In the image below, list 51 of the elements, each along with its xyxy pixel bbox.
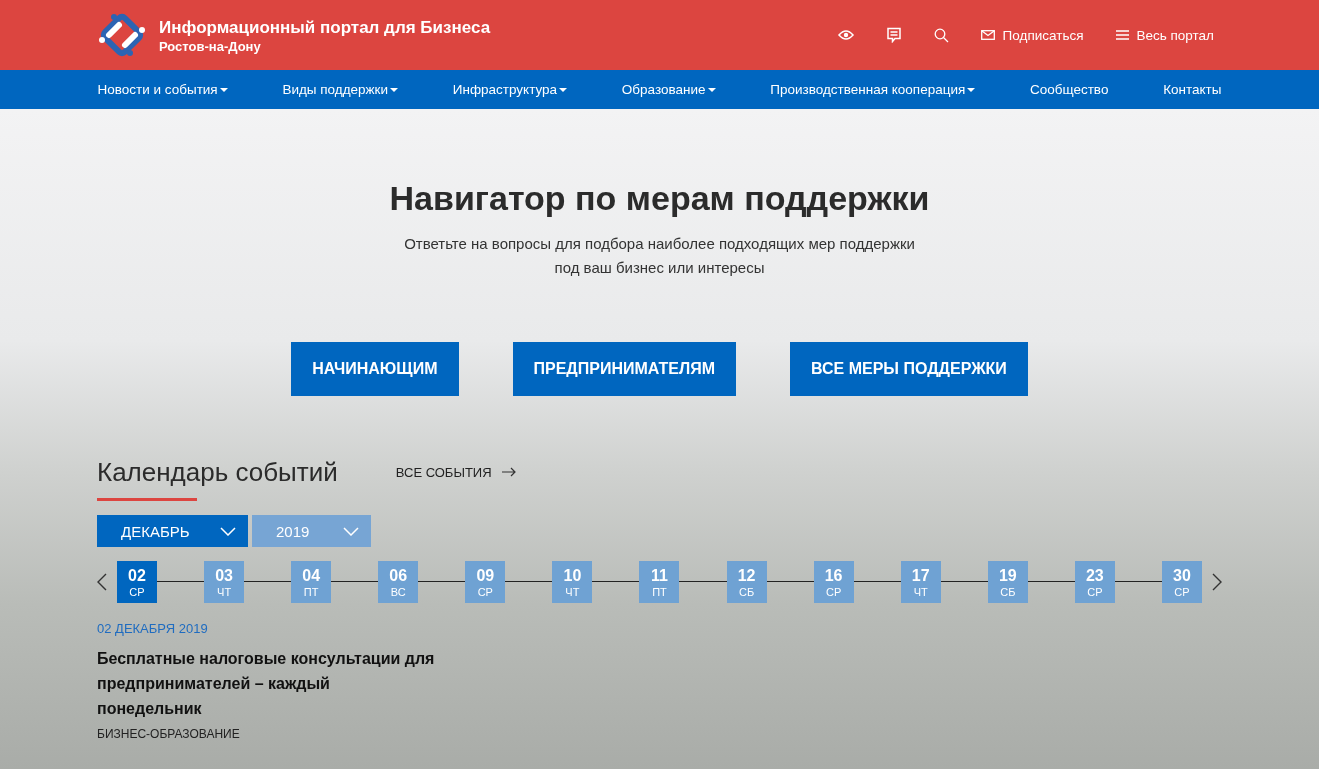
site-title[interactable]: Информационный портал для Бизнеса bbox=[159, 16, 491, 39]
date-tab[interactable]: 03 ЧТ bbox=[204, 561, 245, 603]
month-dropdown[interactable]: ДЕКАБРЬ bbox=[97, 515, 248, 547]
event-category: БИЗНЕС-ОБРАЗОВАНИЕ bbox=[97, 727, 241, 741]
date-tab[interactable]: 10 ЧТ bbox=[552, 561, 593, 603]
caret-icon bbox=[559, 87, 568, 92]
date-tab[interactable]: 30 СР bbox=[1161, 561, 1202, 603]
date-tab[interactable]: 09 СР bbox=[465, 561, 506, 603]
arrow-right-icon bbox=[501, 467, 516, 477]
eye-icon[interactable] bbox=[837, 30, 854, 40]
hero-subtitle: Ответьте на вопросы для подбора наиболее подходящих мер поддержки под ваш бизнес или интересы bbox=[403, 234, 916, 278]
support-button[interactable]: ВСЕ МЕРЫ ПОДДЕРЖКИ bbox=[790, 342, 1028, 396]
subscribe-link[interactable]: Подписаться bbox=[980, 27, 1084, 43]
mail-icon bbox=[980, 30, 995, 40]
date-tab[interactable]: 19 СБ bbox=[987, 561, 1028, 603]
nav-link[interactable]: Контакты bbox=[1155, 82, 1230, 97]
caret-icon bbox=[390, 87, 399, 92]
nav-link[interactable]: Инфраструктура bbox=[444, 82, 576, 97]
nav-link[interactable]: Производственная кооперация bbox=[762, 82, 984, 97]
chevron-left-icon[interactable] bbox=[97, 573, 107, 591]
caret-icon bbox=[967, 87, 976, 92]
nav-link[interactable]: Новости и события bbox=[89, 82, 236, 97]
caret-icon bbox=[219, 87, 228, 92]
event-date: 02 ДЕКАБРЯ 2019 bbox=[97, 621, 209, 636]
date-tab[interactable]: 12 СБ bbox=[726, 561, 767, 603]
chevron-right-icon[interactable] bbox=[1212, 573, 1222, 591]
date-tab[interactable]: 02 СР bbox=[117, 561, 157, 603]
chevron-down-icon bbox=[220, 526, 236, 536]
date-tab[interactable]: 23 СР bbox=[1074, 561, 1115, 603]
chat-icon[interactable] bbox=[885, 27, 902, 43]
portal-menu-link[interactable]: Весь портал bbox=[1115, 27, 1214, 43]
caret-icon bbox=[707, 87, 716, 92]
search-icon[interactable] bbox=[933, 27, 949, 43]
date-tab[interactable]: 16 СР bbox=[813, 561, 854, 603]
nav-link[interactable]: Сообщество bbox=[1021, 82, 1117, 97]
hero-title: Навигатор по мерам поддержки bbox=[388, 179, 931, 218]
support-button[interactable]: ПРЕДПРИНИМАТЕЛЯМ bbox=[512, 342, 737, 396]
chevron-down-icon bbox=[343, 526, 359, 536]
date-tab[interactable]: 17 ЧТ bbox=[900, 561, 941, 603]
event-title[interactable]: Бесплатные налоговые консультации для предпринимателей – каждый понедельник bbox=[97, 646, 437, 721]
date-tab[interactable]: 04 ПТ bbox=[291, 561, 332, 603]
date-tab[interactable]: 06 ВС bbox=[378, 561, 419, 603]
nav-link[interactable]: Виды поддержки bbox=[274, 82, 407, 97]
section-title: Календарь событий bbox=[97, 456, 338, 488]
nav-link[interactable]: Образование bbox=[613, 82, 724, 97]
menu-icon bbox=[1115, 30, 1129, 40]
date-tab[interactable]: 11 ПТ bbox=[639, 561, 680, 603]
year-dropdown[interactable]: 2019 bbox=[252, 515, 371, 547]
all-events-link[interactable]: ВСЕ СОБЫТИЯ bbox=[395, 464, 516, 480]
support-button[interactable]: НАЧИНАЮЩИМ bbox=[291, 342, 459, 396]
site-region: Ростов-на-Дону bbox=[159, 38, 262, 54]
